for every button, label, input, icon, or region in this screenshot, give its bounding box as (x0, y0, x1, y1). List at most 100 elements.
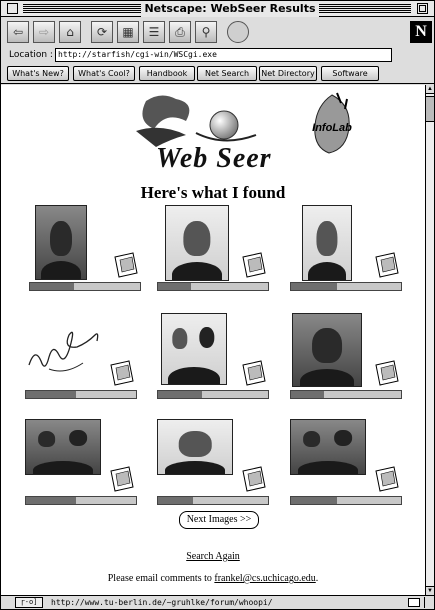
relevance-fill (26, 497, 76, 504)
webseer-logo-text: Web Seer (156, 143, 272, 174)
relevance-bar (29, 282, 141, 291)
relevance-fill (158, 283, 191, 290)
scroll-down-arrow[interactable]: ▼ (426, 586, 434, 595)
document-icon[interactable] (107, 465, 137, 493)
home-button[interactable]: ⌂ (59, 21, 81, 43)
directory-buttons: What's New? What's Cool? Handbook Net Se… (1, 64, 434, 84)
relevance-bar (157, 496, 269, 505)
document-icon[interactable] (372, 251, 402, 279)
location-bar: Location : http://starfish/cgi-win/WSCgi… (1, 47, 434, 63)
relevance-fill (158, 497, 194, 504)
document-icon[interactable] (107, 359, 137, 387)
find-icon: ⚲ (201, 25, 211, 39)
forward-button[interactable]: ⇨ (33, 21, 55, 43)
infolab-logo: InfoLab (307, 91, 357, 159)
relevance-bar (25, 390, 137, 399)
close-box[interactable] (7, 3, 18, 14)
back-icon: ⇦ (12, 25, 24, 39)
net-directory-button[interactable]: Net Directory (259, 66, 317, 81)
images-icon: ▦ (122, 25, 134, 39)
result-thumbnail[interactable] (25, 313, 105, 383)
result-cell[interactable] (157, 419, 275, 505)
page-content: Web Seer InfoLab Here's what I found Nex… (1, 85, 425, 595)
document-icon[interactable] (239, 359, 269, 387)
next-images-button[interactable]: Next Images >> (179, 511, 259, 529)
relevance-fill (30, 283, 74, 290)
relevance-bar (290, 282, 402, 291)
result-cell[interactable] (25, 313, 143, 399)
print-icon: ⎙ (175, 24, 185, 39)
relevance-fill (291, 283, 338, 290)
status-text: http://www.tu-berlin.de/~gruhlke/forum/w… (51, 598, 273, 607)
relevance-bar (157, 390, 269, 399)
scroll-thumb[interactable] (426, 96, 434, 122)
netscape-logo: N (410, 21, 432, 43)
result-thumbnail[interactable] (161, 313, 227, 385)
whats-cool-button[interactable]: What's Cool? (73, 66, 135, 81)
relevance-fill (291, 497, 338, 504)
scroll-up-arrow[interactable]: ▲ (426, 85, 434, 94)
handbook-button[interactable]: Handbook (139, 66, 195, 81)
whats-new-button[interactable]: What's New? (7, 66, 69, 81)
relevance-bar (290, 390, 402, 399)
result-thumbnail[interactable] (292, 313, 362, 387)
document-icon[interactable] (111, 251, 141, 279)
toolbar: ⇦ ⇨ ⌂ ⟳ ▦ ☰ ⎙ ⚲ N (1, 18, 434, 46)
relevance-fill (291, 391, 324, 398)
result-cell[interactable] (29, 205, 147, 291)
infolab-text: InfoLab (312, 122, 352, 134)
search-again-link[interactable]: Search Again (186, 551, 240, 562)
result-cell[interactable] (290, 205, 408, 291)
reload-icon: ⟳ (96, 25, 108, 39)
result-thumbnail[interactable] (302, 205, 352, 281)
relevance-bar (290, 496, 402, 505)
browser-window: Netscape: WebSeer Results ⇦ ⇨ ⌂ ⟳ ▦ ☰ ⎙ (0, 0, 435, 610)
security-icon[interactable]: ɼ-o] (15, 597, 43, 608)
comments-line: Please email comments to frankel@cs.uchi… (1, 573, 425, 584)
forward-icon: ⇨ (38, 25, 50, 39)
images-button[interactable]: ▦ (117, 21, 139, 43)
search-again: Search Again (1, 551, 425, 562)
result-thumbnail[interactable] (165, 205, 229, 281)
result-thumbnail[interactable] (25, 419, 101, 475)
comments-suffix: . (315, 573, 319, 584)
location-label: Location : (9, 50, 53, 60)
software-button[interactable]: Software (321, 66, 379, 81)
results-heading: Here's what I found (140, 183, 286, 202)
document-icon[interactable] (372, 465, 402, 493)
document-icon[interactable] (239, 251, 269, 279)
document-icon[interactable] (239, 465, 269, 493)
open-icon: ☰ (148, 25, 160, 39)
result-thumbnail[interactable] (35, 205, 87, 280)
vertical-scrollbar[interactable]: ▲ ▼ (425, 85, 434, 595)
back-button[interactable]: ⇦ (7, 21, 29, 43)
result-thumbnail[interactable] (157, 419, 233, 475)
result-cell[interactable] (157, 313, 275, 399)
result-cell[interactable] (290, 313, 408, 399)
resize-handle[interactable] (424, 597, 433, 608)
title-bar[interactable]: Netscape: WebSeer Results (1, 1, 434, 17)
print-button[interactable]: ⎙ (169, 21, 191, 43)
stop-button[interactable] (227, 21, 249, 43)
find-button[interactable]: ⚲ (195, 21, 217, 43)
zoom-box[interactable] (417, 3, 428, 14)
result-cell[interactable] (157, 205, 275, 291)
document-icon[interactable] (372, 359, 402, 387)
relevance-fill (26, 391, 76, 398)
comments-prefix: Please email comments to (107, 573, 215, 584)
window-title: Netscape: WebSeer Results (141, 1, 319, 17)
relevance-bar (157, 282, 269, 291)
home-icon: ⌂ (66, 25, 74, 39)
open-button[interactable]: ☰ (143, 21, 165, 43)
status-bar: ɼ-o] http://www.tu-berlin.de/~gruhlke/fo… (1, 595, 434, 609)
webseer-logo: Web Seer (126, 91, 291, 183)
result-thumbnail[interactable] (290, 419, 366, 475)
mail-icon[interactable] (408, 598, 420, 607)
relevance-fill (158, 391, 202, 398)
result-cell[interactable] (25, 419, 143, 505)
result-cell[interactable] (290, 419, 408, 505)
location-input[interactable]: http://starfish/cgi-win/WSCgi.exe (55, 48, 392, 62)
net-search-button[interactable]: Net Search (197, 66, 257, 81)
reload-button[interactable]: ⟳ (91, 21, 113, 43)
comments-email-link[interactable]: frankel@cs.uchicago.edu (214, 573, 315, 584)
